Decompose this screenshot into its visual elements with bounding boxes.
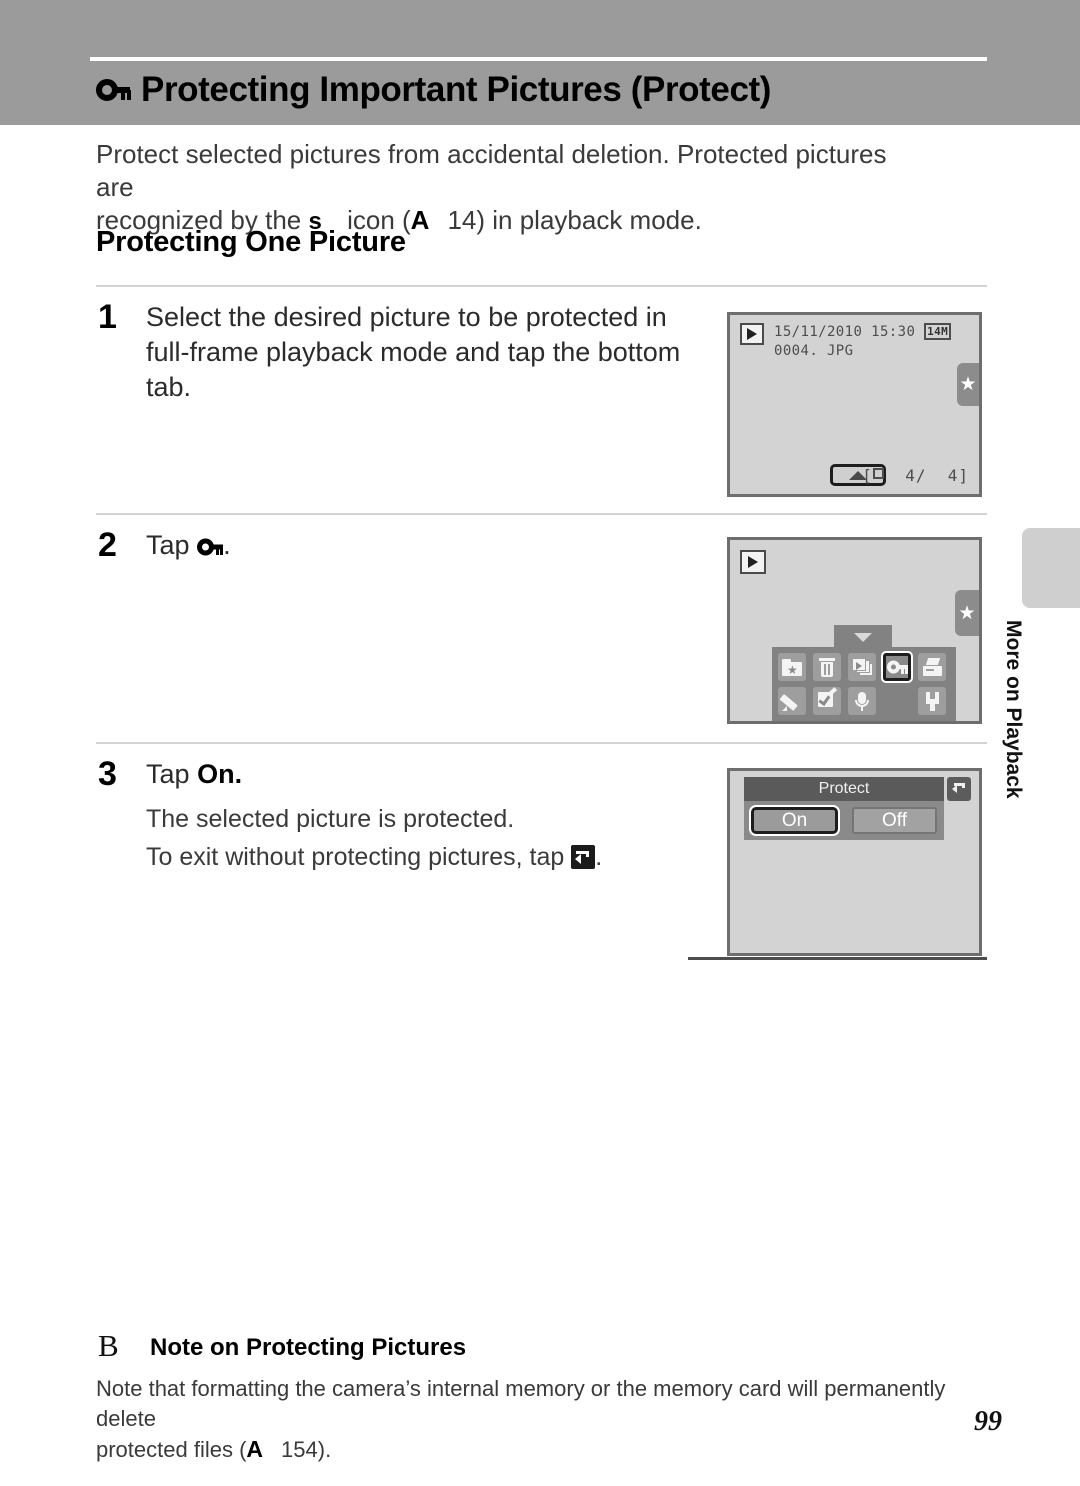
note-line-2-pre: protected files ( [96,1437,247,1462]
delete-icon[interactable] [813,653,841,681]
page-title-text: Protecting Important Pictures (Protect) [141,70,772,109]
frame-counter-prefix: [ [862,466,873,485]
protect-dialog: Protect On Off [744,777,944,840]
divider-step-3 [96,742,987,744]
screen1-filename: 0004. JPG [774,343,854,359]
step-3-sub-line-1: The selected picture is protected. [146,805,515,833]
protect-dialog-title: Protect [744,777,944,801]
intro-line-1: Protect selected pictures from accidenta… [96,139,887,202]
step-3-sub-line-2-pre: To exit without protecting pictures, tap [146,843,565,871]
step-3-text-pre: Tap [146,759,190,789]
protect-key-icon[interactable] [881,651,913,683]
slide-show-icon[interactable] [848,653,876,681]
screen1-time: 15:30 [871,324,916,340]
step-3-subtext: The selected picture is protected. To ex… [146,800,706,876]
page-title: Protecting Important Pictures (Protect) [96,70,771,110]
protect-off-button[interactable]: Off [852,807,937,834]
edit-icon[interactable] [813,687,841,715]
divider-step-1 [96,285,987,287]
step-1-text: Select the desired picture to be protect… [146,302,681,402]
step-3-text: Tap On. [146,757,706,792]
protect-on-button[interactable]: On [749,805,840,836]
playback-mode-icon [740,323,764,345]
step-2-text: Tap . [146,528,702,563]
memory-icon [872,468,884,479]
intro-paragraph: Protect selected pictures from accidenta… [96,138,896,238]
step-2-number: 2 [98,526,117,564]
camera-screen-full-frame-playback: 15/11/2010 15:30 14M 0004. JPG ★ [ 4/ 4] [727,312,982,497]
section-side-tab [1022,528,1080,608]
note-text: Note that formatting the camera’s intern… [96,1374,976,1465]
menu-cell-empty [883,687,911,715]
note-line-1: Note that formatting the camera’s intern… [96,1376,946,1431]
intro-page-ref: 14 [447,205,477,235]
menu-row-2 [772,687,956,721]
screen1-date: 15/11/2010 [774,324,863,340]
setup-wrench-icon[interactable] [918,687,946,715]
back-arrow-icon[interactable] [947,777,971,801]
divider-step-2 [96,513,987,515]
camera-screen-protect-dialog: Protect On Off [727,768,982,956]
step-2-text-post: . [223,530,231,560]
step-3-text-bold: On [197,759,235,789]
a-glyph: A [410,205,430,235]
page-number: 99 [974,1406,1002,1437]
star-icon[interactable]: ★ [957,363,979,406]
screen1-info-overlay: 15/11/2010 15:30 14M 0004. JPG [774,323,952,361]
voice-memo-icon[interactable] [848,687,876,715]
camera-screen-playback-menu: ★ ★ [727,537,982,724]
step-3-number: 3 [98,755,117,793]
step-3-sub-line-2-post: . [595,843,603,871]
image-size-icon: 14M [924,323,952,340]
frame-counter: [ 4/ 4] [862,466,969,485]
down-arrow-icon [854,632,872,642]
star-icon[interactable]: ★ [955,590,979,636]
frame-total: 4] [947,466,969,485]
step-1-number: 1 [98,298,117,336]
playback-mode-icon [740,550,766,574]
menu-handle-button[interactable] [834,625,892,649]
frame-current: 4/ [905,466,927,485]
section-heading: Protecting One Picture [96,226,406,258]
section-side-tab-label: More on Playback [1002,620,1025,799]
note-rule [688,957,987,960]
intro-line-2-post: ) in playback mode. [476,205,702,235]
favorite-pictures-icon[interactable]: ★ [778,653,806,681]
playback-menu-panel: ★ [772,625,956,721]
quick-retouch-icon[interactable] [778,687,806,715]
note-page-ref: 154 [281,1437,318,1462]
header-white-rule [90,57,987,61]
menu-row-1: ★ [772,651,956,687]
back-arrow-icon [571,845,596,869]
step-2-text-pre: Tap [146,530,190,560]
note-line-2-post: ). [317,1437,332,1462]
protect-options: On Off [744,801,944,836]
key-icon [96,77,131,103]
note-heading: Note on Protecting Pictures [150,1334,467,1361]
step-3-text-post: . [234,759,243,789]
a-glyph: A [246,1436,264,1462]
print-order-icon[interactable] [918,653,946,681]
caution-icon: B [98,1328,119,1363]
key-icon [197,537,224,557]
